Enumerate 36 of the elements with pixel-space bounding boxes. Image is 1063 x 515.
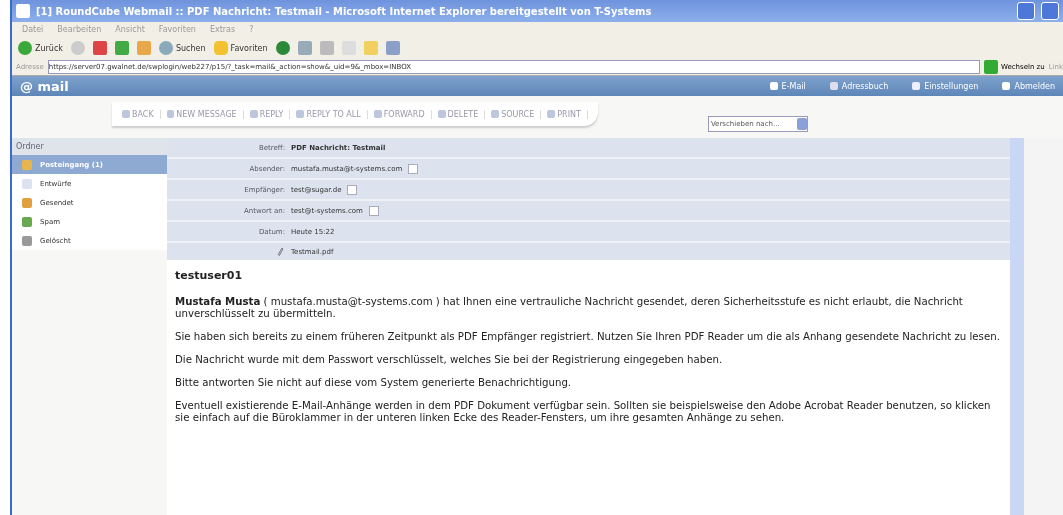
body-paragraph: Bitte antworten Sie nicht auf diese vom System generierte Benachrichtigung. [175,377,573,389]
maximize-button[interactable] [1041,2,1059,20]
window-title: [1] RoundCube Webmail :: PDF Nachricht: Testmail - Microsoft Internet Explorer bereitgestellt von T-Systems [36,5,653,17]
nav-link[interactable]: E-Mail [769,81,806,91]
menu-item[interactable]: Datei [22,25,44,34]
menu-item[interactable]: ? [249,25,254,34]
toolbar-button[interactable]: SOURCE [491,109,542,119]
menu-item[interactable]: Ansicht [115,25,145,34]
body-paragraph: Mustafa Musta ( mustafa.musta@t-systems.com ) hat Ihnen eine vertrauliche Nachricht gesendet, deren Sicherheitsstufe es nicht erlaubt, die Nachricht unverschlüsselt zu übermitteln. [175,296,964,320]
toolbar-button[interactable]: REPLY [249,109,291,119]
nav-link[interactable]: Adressbuch [829,81,889,91]
sidebar-title: Ordner [12,138,167,155]
toolbar-button[interactable]: NEW MESSAGE [166,109,244,119]
menu-item[interactable]: Bearbeiten [57,25,102,34]
toolbar-button[interactable]: PRINT [547,109,588,119]
toolbar-button[interactable]: REPLY TO ALL [296,109,368,119]
greeting: testuser01 [175,270,244,282]
add-contact-button[interactable] [368,205,379,216]
add-contact-button[interactable] [408,163,419,174]
toolbar-button[interactable]: FORWARD [373,109,432,119]
menu-item[interactable]: Extras [209,25,236,34]
menu-item[interactable]: Favoriten [158,25,196,34]
nav-link[interactable]: Abmelden [1002,81,1055,91]
search-button[interactable]: Suchen [158,41,206,55]
add-contact-button[interactable] [347,184,358,195]
app-logo: @ mail [20,78,70,94]
paperclip-icon [277,246,285,257]
favorites-button[interactable]: Favoriten [213,41,268,55]
browser-back-button[interactable]: Zurück [18,41,63,55]
toolbar-button[interactable]: BACK [122,109,161,119]
minimize-button[interactable] [1017,2,1035,20]
body-paragraph: Sie haben sich bereits zu einem früheren Zeitpunkt als PDF Empfänger registriert. Nutzen Sie Ihren PDF Reader um die als Anhang gesendete Nachricht zu lesen. [175,331,1001,343]
nav-link[interactable]: Einstellungen [912,81,979,91]
body-paragraph: Die Nachricht wurde mit dem Passwort verschlüsselt, welches Sie bei der Registrierung eingegeben haben. [175,354,724,366]
body-paragraph: Eventuell existierende E-Mail-Anhänge werden in dem PDF Dokument verfügbar sein. Sollten sie beispielsweise den Adobe Acrobat Reader benutzen, so klicken sie einfach auf die Büroklammer in der unteren linken Ecke des Reader-Fensters, um ihre gesamten Anhänge zu sehen. [175,400,992,424]
toolbar-button[interactable]: DELETE [437,109,486,119]
